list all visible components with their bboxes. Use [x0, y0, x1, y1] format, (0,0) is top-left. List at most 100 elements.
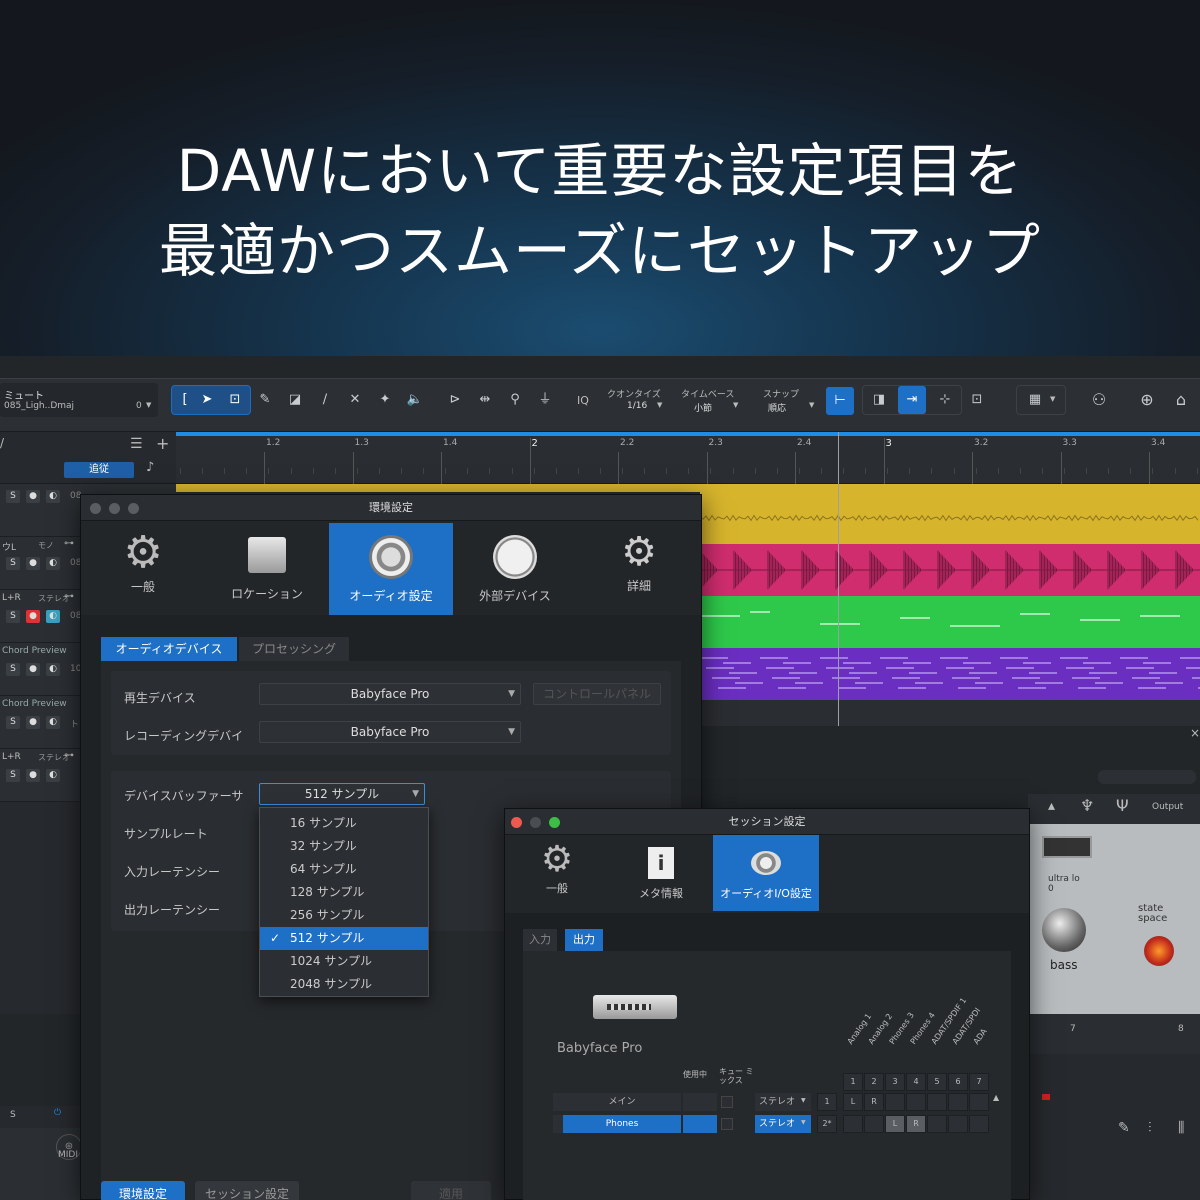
routing-cell[interactable]	[969, 1115, 989, 1133]
bend-tool-icon[interactable]: ⊳	[444, 389, 466, 411]
grid-icon[interactable]: ▦	[1024, 389, 1046, 411]
close-light-icon[interactable]	[511, 817, 522, 828]
zoom-light-icon[interactable]	[549, 817, 560, 828]
record-arm-icon[interactable]: ●	[26, 769, 40, 782]
record-arm-icon[interactable]: ●	[26, 490, 40, 503]
cue-mix-checkbox[interactable]	[721, 1096, 733, 1108]
clip-yellow[interactable]	[700, 492, 1200, 544]
tuner-icon[interactable]: ♆	[1080, 796, 1094, 815]
output-name[interactable]: Phones	[563, 1115, 681, 1133]
routing-left-cell[interactable]: L	[885, 1115, 905, 1133]
minimize-light-icon[interactable]	[530, 817, 541, 828]
grid-dropdown-icon[interactable]: ▼	[1050, 395, 1055, 403]
automation-icon[interactable]: ♪	[146, 460, 154, 475]
routing-cell[interactable]	[885, 1093, 905, 1111]
routing-right-cell[interactable]: R	[864, 1093, 884, 1111]
cursor-follow-icon[interactable]: ⊹	[934, 389, 956, 411]
timebase-value[interactable]: 小節	[694, 401, 712, 414]
buffer-option[interactable]: 128 サンプル	[260, 881, 428, 904]
buffer-option[interactable]: 2048 サンプル	[260, 973, 428, 996]
tab-audio-device[interactable]: オーディオデバイス	[101, 637, 237, 661]
zoom-light-icon[interactable]	[128, 503, 139, 514]
format-dropdown-icon[interactable]: ▼	[801, 1119, 806, 1126]
category-advanced[interactable]: ⚙ 詳細	[577, 523, 701, 615]
close-light-icon[interactable]	[90, 503, 101, 514]
routing-left-cell[interactable]: L	[843, 1093, 863, 1111]
in-use-cell[interactable]	[683, 1093, 717, 1111]
format-dropdown-icon[interactable]: ▼	[801, 1097, 806, 1104]
session-category-general[interactable]: ⚙ 一般	[505, 835, 609, 911]
playback-select[interactable]: Babyface Pro ▼	[259, 683, 521, 705]
buffer-option[interactable]: 64 サンプル	[260, 858, 428, 881]
routing-cell[interactable]	[843, 1115, 863, 1133]
autoscroll-icon[interactable]: ◨	[868, 389, 890, 411]
control-panel-button[interactable]: コントロールパネル	[533, 683, 661, 705]
record-arm-icon[interactable]: ●	[26, 557, 40, 570]
scroll-up-icon[interactable]: ▲	[993, 1093, 999, 1102]
category-external[interactable]: 外部デバイス	[453, 523, 577, 615]
minimize-light-icon[interactable]	[109, 503, 120, 514]
timebase-dropdown-icon[interactable]: ▼	[733, 401, 738, 409]
footer-prefs-button[interactable]: 環境設定	[101, 1181, 185, 1200]
tab-processing[interactable]: プロセッシング	[239, 637, 349, 661]
buffer-select[interactable]: 512 サンプル ▼	[259, 783, 425, 805]
record-arm-icon[interactable]: ●	[26, 716, 40, 729]
monitor-icon[interactable]: ◐	[46, 490, 60, 503]
monitor-icon[interactable]: ◐	[46, 557, 60, 570]
counter-dropdown-icon[interactable]: ▼	[146, 401, 151, 409]
routing-cell[interactable]	[927, 1115, 947, 1133]
list-menu-icon[interactable]: ☰	[130, 436, 143, 452]
mute-tool-icon[interactable]: ✕	[344, 389, 366, 411]
snap-dropdown-icon[interactable]: ▼	[809, 401, 814, 409]
footer-session-button[interactable]: セッション設定	[195, 1181, 299, 1200]
clip-pink[interactable]	[700, 544, 1200, 596]
record-arm-icon[interactable]: ●	[26, 610, 40, 623]
snap-toggle-icon[interactable]: ⊢	[826, 387, 854, 415]
output-label[interactable]: Output	[1152, 802, 1183, 812]
eraser-tool-icon[interactable]: ◪	[284, 389, 306, 411]
paint-tool-icon[interactable]: ∕	[314, 389, 336, 411]
zoom-fit-icon[interactable]: ⊡	[966, 389, 988, 411]
track-link-icon[interactable]: ⊶	[64, 538, 74, 549]
snap-value[interactable]: 順応	[768, 401, 786, 414]
range-tool-icon[interactable]: [	[174, 389, 196, 411]
h-scrollbar[interactable]	[1098, 770, 1196, 784]
routing-cell[interactable]	[906, 1093, 926, 1111]
quantize-value[interactable]: 1/16	[627, 401, 647, 411]
routing-cell[interactable]	[948, 1115, 968, 1133]
solo-button[interactable]: S	[6, 769, 20, 782]
select-range-icon[interactable]: ⊡	[224, 389, 246, 411]
pencil-tool-icon[interactable]: ✎	[254, 389, 276, 411]
pencil-icon[interactable]: ✎	[1118, 1120, 1130, 1136]
buffer-option[interactable]: 1024 サンプル	[260, 950, 428, 973]
output-name[interactable]: メイン	[563, 1093, 681, 1111]
fork-icon[interactable]: Ψ	[1116, 796, 1129, 815]
add-track-icon[interactable]: +	[156, 434, 169, 453]
routing-right-cell[interactable]: R	[906, 1115, 926, 1133]
arrow-tool-icon[interactable]: ➤	[196, 389, 218, 411]
timeline-ruler[interactable]: 1.2 1.3 1.4 2 2.2 2.3 2.4 3 3.2 3.3 3.4	[176, 432, 1200, 484]
routing-cell[interactable]	[927, 1093, 947, 1111]
user-icon[interactable]: ⚇	[1088, 389, 1110, 411]
mixer-icon[interactable]: ⫶	[1148, 1120, 1152, 1136]
tab-input[interactable]: 入力	[523, 929, 557, 951]
settings-bars-icon[interactable]: ⫼	[1178, 1120, 1184, 1136]
buffer-option[interactable]: 32 サンプル	[260, 835, 428, 858]
category-general[interactable]: ⚙ 一般	[81, 523, 205, 615]
cue-mix-checkbox[interactable]	[721, 1118, 733, 1130]
buffer-option[interactable]: 256 サンプル	[260, 904, 428, 927]
monitor-icon[interactable]: ◐	[46, 716, 60, 729]
scroll-arrow-icon[interactable]: ▴	[1048, 798, 1055, 814]
sync-icon[interactable]: ⊕	[1136, 389, 1158, 411]
iq-button[interactable]: IQ	[577, 394, 589, 407]
clip-purple[interactable]	[700, 648, 1200, 700]
buffer-option[interactable]: 512 サンプル	[260, 927, 428, 950]
apply-button[interactable]: 適用	[411, 1181, 491, 1200]
routing-cell[interactable]	[948, 1093, 968, 1111]
routing-cell[interactable]	[969, 1093, 989, 1111]
in-use-cell[interactable]	[683, 1115, 717, 1133]
monitor-icon[interactable]: ◐	[46, 610, 60, 623]
home-icon[interactable]: ⌂	[1170, 389, 1192, 411]
monitor-icon[interactable]: ◐	[46, 769, 60, 782]
solo-button[interactable]: S	[6, 557, 20, 570]
